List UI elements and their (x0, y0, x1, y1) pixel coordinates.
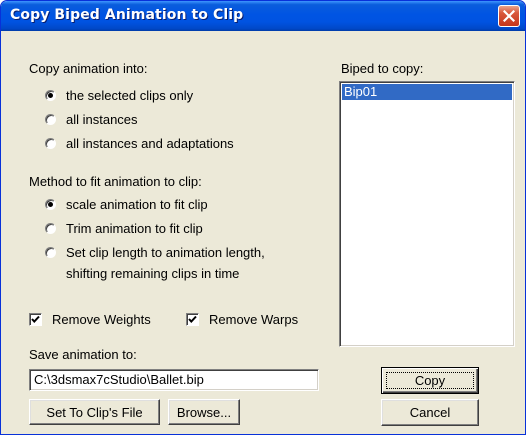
button-label: Set To Clip's File (46, 404, 143, 420)
button-label: Browse... (176, 404, 232, 420)
save-path-field[interactable]: C:\3dsmax7cStudio\Ballet.bip (29, 369, 319, 391)
checkmark-icon (31, 315, 40, 323)
radio-label: all instances and adaptations (66, 136, 234, 151)
radio-button[interactable] (45, 223, 56, 234)
radio-trim-to-fit[interactable]: Trim animation to fit clip (45, 221, 203, 236)
title-bar[interactable]: Copy Biped Animation to Clip (1, 1, 525, 31)
browse-button[interactable]: Browse... (168, 399, 240, 425)
copy-biped-dialog: Copy Biped Animation to Clip Copy animat… (0, 0, 526, 435)
radio-label: the selected clips only (66, 88, 194, 103)
radio-scale-to-fit[interactable]: scale animation to fit clip (45, 197, 208, 212)
remove-warps-checkbox[interactable]: Remove Warps (186, 312, 298, 327)
radio-all-instances[interactable]: all instances (45, 112, 138, 127)
checkbox-box[interactable] (186, 313, 199, 326)
radio-label: Trim animation to fit clip (66, 221, 203, 236)
focus-rect (386, 372, 474, 389)
radio-selected-clips-only[interactable]: the selected clips only (45, 88, 193, 103)
radio-button[interactable] (45, 247, 56, 258)
checkbox-label: Remove Warps (209, 312, 299, 327)
radio-label-continuation: shifting remaining clips in time (66, 266, 240, 281)
radio-set-clip-length[interactable]: Set clip length to animation length, (45, 245, 265, 260)
radio-label: scale animation to fit clip (66, 197, 208, 212)
remove-weights-checkbox[interactable]: Remove Weights (29, 312, 151, 327)
button-label: Cancel (409, 405, 451, 420)
list-item-selected[interactable]: Bip01 (342, 84, 512, 100)
biped-listbox[interactable]: Bip01 (339, 81, 515, 347)
close-icon (503, 10, 515, 22)
radio-button-checked[interactable] (45, 90, 56, 101)
copy-into-label: Copy animation into: (29, 61, 148, 76)
checkmark-icon (188, 315, 197, 323)
close-button[interactable] (498, 5, 520, 27)
radio-button[interactable] (45, 114, 56, 125)
radio-label: Set clip length to animation length, (66, 245, 265, 260)
radio-button[interactable] (45, 138, 56, 149)
fit-method-label: Method to fit animation to clip: (29, 174, 202, 189)
biped-to-copy-label: Biped to copy: (341, 61, 424, 76)
radio-button-checked[interactable] (45, 199, 56, 210)
save-animation-label: Save animation to: (29, 347, 137, 362)
radio-all-instances-adaptations[interactable]: all instances and adaptations (45, 136, 234, 151)
copy-button[interactable]: Copy (381, 367, 479, 394)
window-title: Copy Biped Animation to Clip (10, 7, 244, 23)
checkbox-box[interactable] (29, 313, 42, 326)
set-to-clips-file-button[interactable]: Set To Clip's File (29, 399, 160, 425)
cancel-button[interactable]: Cancel (381, 399, 479, 426)
radio-label: all instances (66, 112, 138, 127)
checkbox-label: Remove Weights (52, 312, 151, 327)
